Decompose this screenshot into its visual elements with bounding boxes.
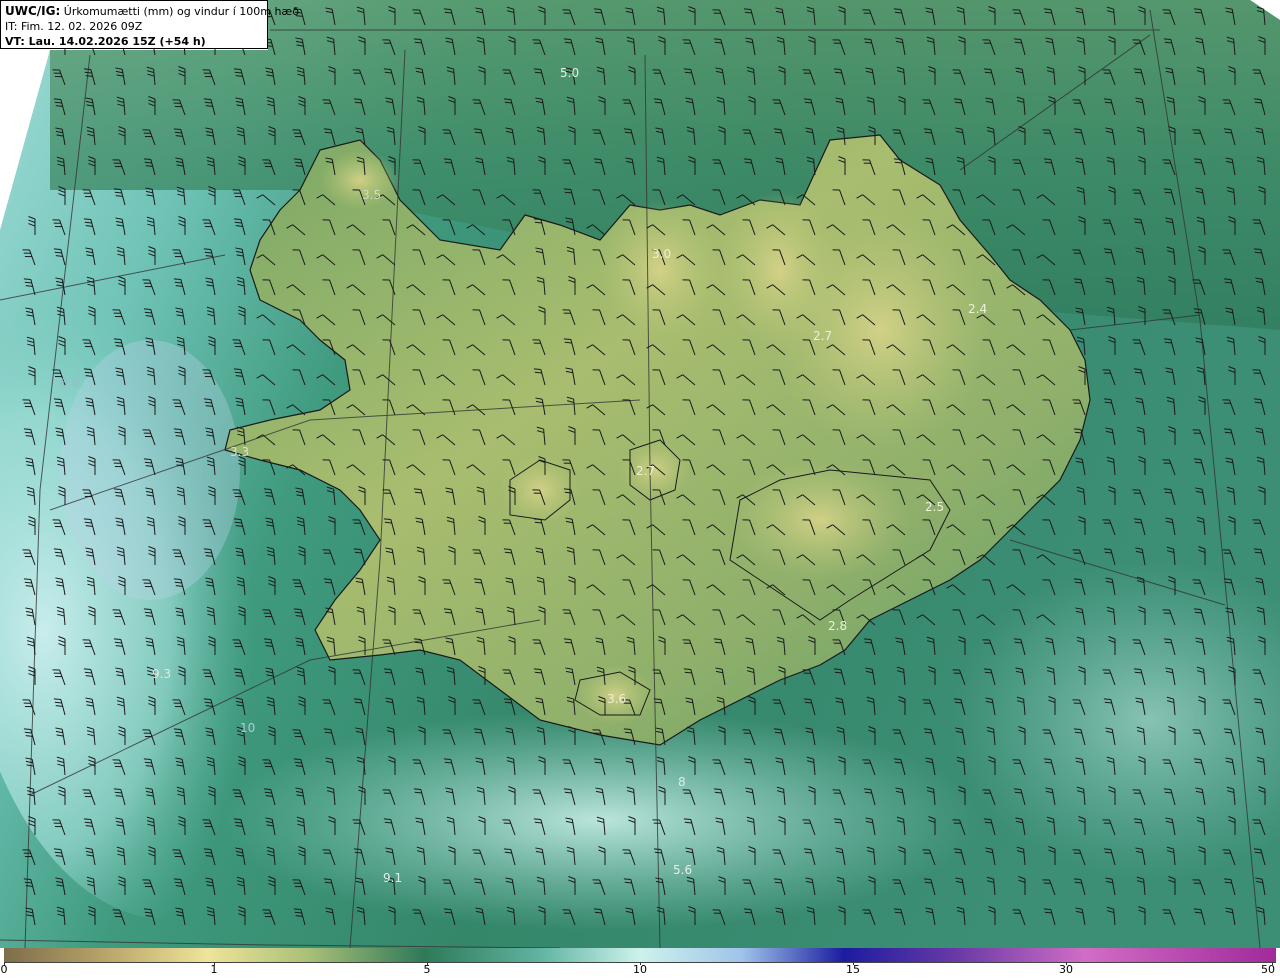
map-value-label: 5.6 — [673, 863, 692, 877]
colorbar-tick-label: 50 — [1261, 963, 1275, 976]
map-value-label: 9.1 — [383, 871, 402, 885]
map-title: Úrkomumætti (mm) og vindur í 100m hæð — [63, 5, 299, 18]
header-title-line: UWC/IG: Úrkomumætti (mm) og vindur í 100… — [5, 4, 299, 19]
map-value-label: 3.0 — [652, 247, 671, 261]
weather-map: 5.0 3.5 3.0 2.4 2.7 6.0 3.3 2.7 2.5 2.8 … — [0, 0, 1280, 948]
map-value-label: 3.3 — [230, 445, 249, 459]
colorbar-tick-label: 5 — [423, 963, 431, 976]
map-value-label: 2.7 — [636, 464, 655, 478]
map-value-label: 2.4 — [968, 302, 987, 316]
colorbar-tick-label: 30 — [1059, 963, 1073, 976]
map-value-label: 6.0 — [60, 376, 79, 390]
map-value-label: 5.0 — [560, 66, 579, 80]
map-value-label: 2.8 — [828, 619, 847, 633]
model-name: UWC/IG: — [5, 4, 61, 18]
map-canvas: 5.0 3.5 3.0 2.4 2.7 6.0 3.3 2.7 2.5 2.8 … — [0, 0, 1280, 948]
map-value-label: 2.5 — [925, 500, 944, 514]
colorbar-tick-label: 1 — [210, 963, 218, 976]
valid-time: VT: Lau. 14.02.2026 15Z (+54 h) — [5, 35, 206, 48]
colorbar-tick-label: 0 — [0, 963, 8, 976]
colorbar-tick-label: 15 — [846, 963, 860, 976]
colorbar-tick-label: 10 — [633, 963, 647, 976]
colorbar-gradient — [4, 948, 1276, 963]
map-value-label: 8 — [678, 775, 686, 789]
map-value-label: 2.7 — [813, 329, 832, 343]
map-value-label: 10 — [240, 721, 255, 735]
map-value-label: 9.3 — [152, 667, 171, 681]
colorbar: 0 1 5 10 15 30 50 — [0, 948, 1280, 978]
initial-time: IT: Fim. 12. 02. 2026 09Z — [5, 20, 143, 33]
map-value-label: 3.5 — [362, 188, 381, 202]
map-value-label: 3.6 — [607, 692, 626, 706]
map-header: UWC/IG: Úrkomumætti (mm) og vindur í 100… — [0, 0, 299, 49]
